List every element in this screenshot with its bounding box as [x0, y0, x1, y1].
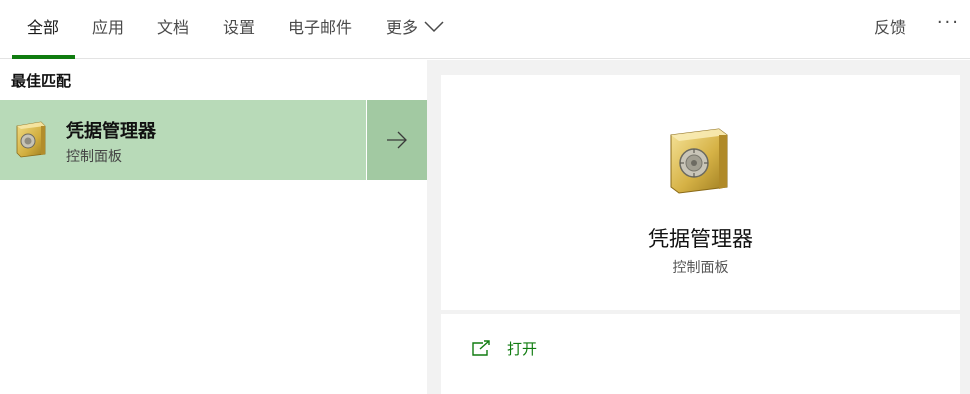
open-action-button[interactable]: 打开 [471, 337, 537, 359]
detail-title: 凭据管理器 [648, 227, 753, 251]
feedback-button[interactable]: 反馈 [874, 17, 906, 39]
more-options-button[interactable]: ··· [937, 12, 960, 33]
tab-settings[interactable]: 设置 [223, 17, 255, 39]
tab-all[interactable]: 全部 [27, 17, 59, 39]
detail-subtitle: 控制面板 [672, 260, 729, 276]
best-match-result[interactable]: 凭据管理器 控制面板 [0, 100, 366, 180]
result-title: 凭据管理器 [66, 121, 156, 142]
result-subtitle: 控制面板 [66, 149, 122, 165]
arrow-right-icon [387, 131, 407, 149]
actions-card: 打开 [441, 314, 960, 394]
tab-apps[interactable]: 应用 [92, 17, 124, 39]
chevron-down-icon [424, 21, 444, 33]
open-external-icon [472, 340, 490, 356]
results-panel: 最佳匹配 凭据管理器 控制面板 [0, 60, 427, 394]
safe-icon [16, 121, 46, 158]
tab-more-label: 更多 [386, 18, 419, 37]
tab-documents[interactable]: 文档 [157, 17, 189, 39]
active-tab-indicator [12, 55, 75, 59]
open-action-label: 打开 [507, 339, 538, 358]
expand-details-button[interactable] [367, 100, 427, 180]
section-title-best-match: 最佳匹配 [11, 72, 72, 90]
tab-email[interactable]: 电子邮件 [288, 17, 352, 39]
details-card: 凭据管理器 控制面板 [441, 75, 960, 310]
tab-more[interactable]: 更多 [386, 17, 444, 39]
safe-icon [670, 128, 728, 194]
details-panel: 凭据管理器 控制面板 打开 [427, 60, 970, 394]
search-filter-bar: 全部 应用 文档 设置 电子邮件 更多 反馈 ··· [0, 0, 970, 59]
